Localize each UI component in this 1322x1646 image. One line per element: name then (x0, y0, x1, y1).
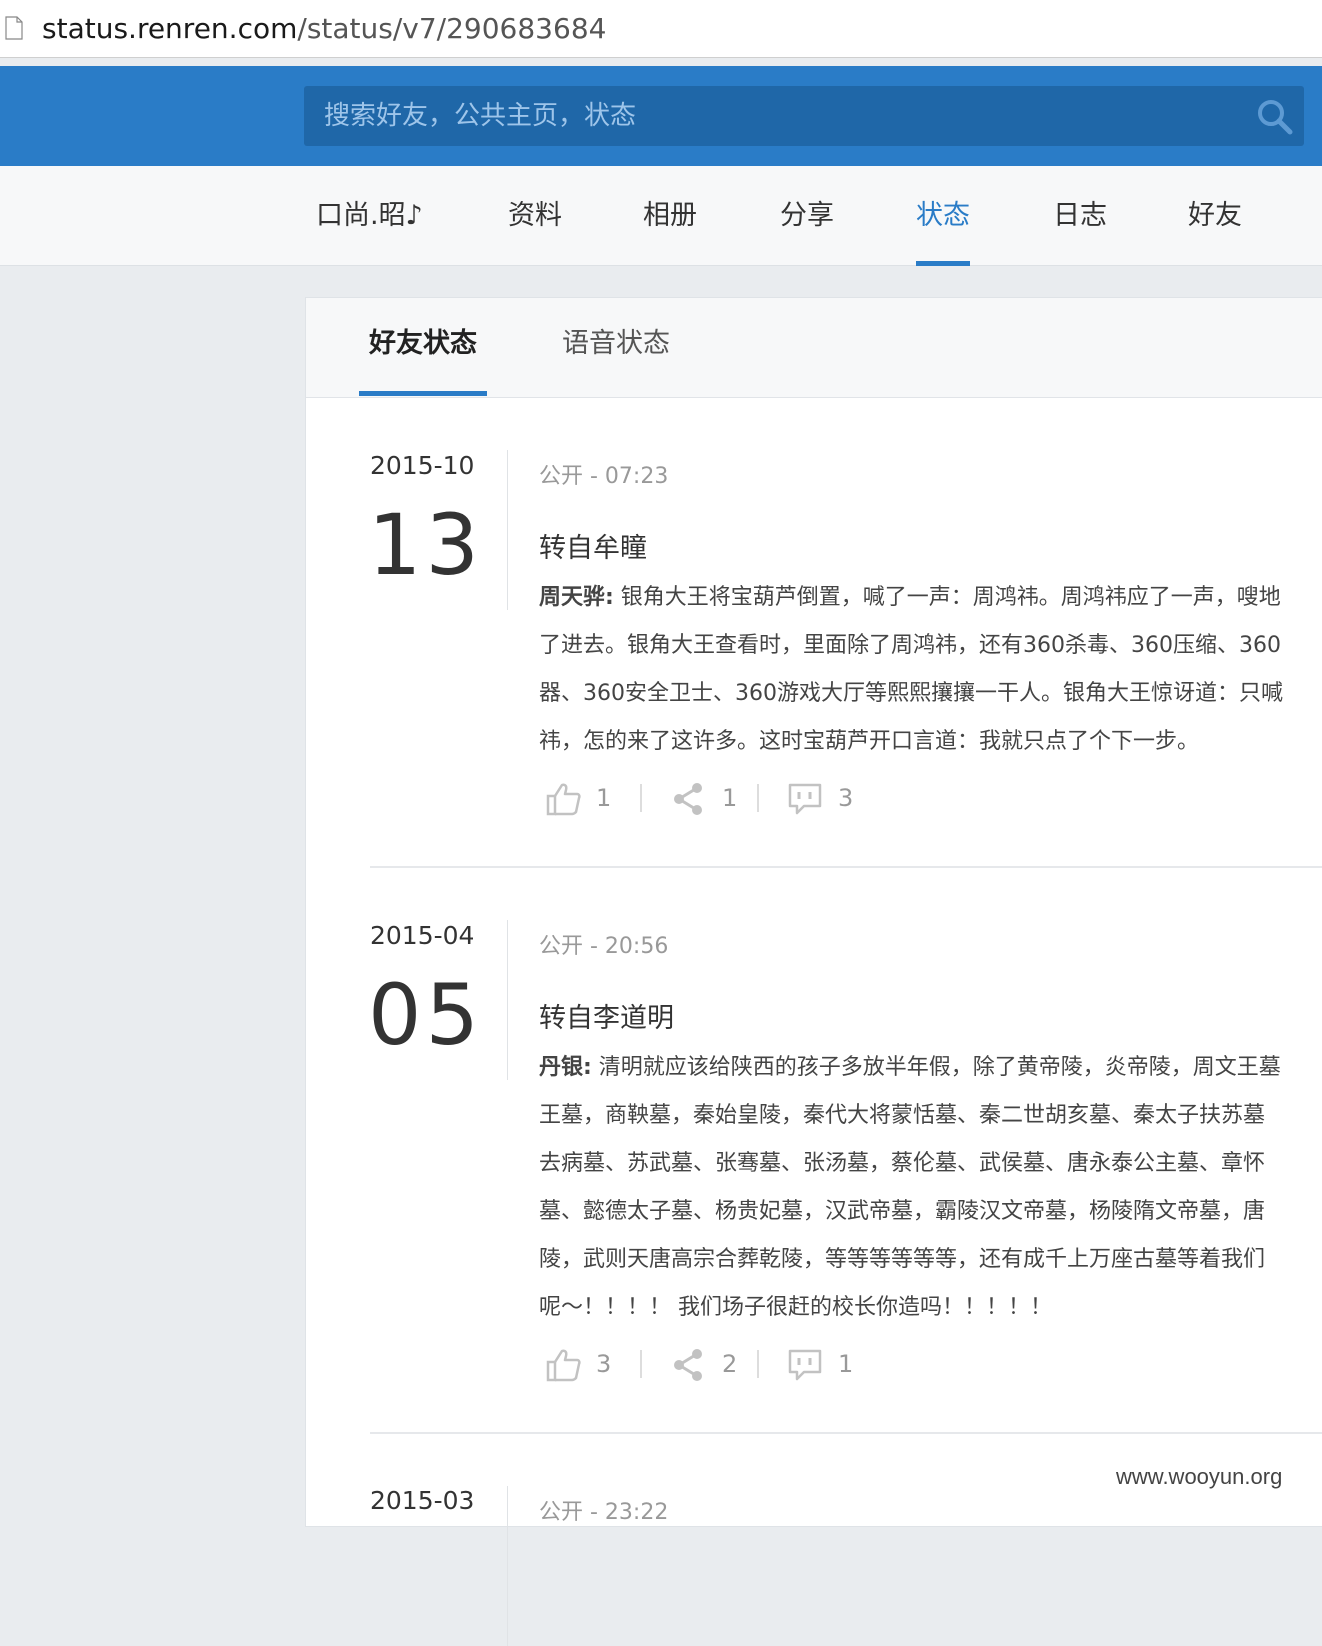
entry-divider (370, 1432, 1322, 1434)
nav-item-albums[interactable]: 相册 (643, 166, 697, 266)
timeline-divider (507, 1486, 508, 1646)
status-tabs: 好友状态 语音状态 (306, 298, 1322, 398)
action-separator (757, 784, 759, 812)
entry-date-month: 2015-03 (370, 1486, 475, 1515)
nav-item-friends[interactable]: 好友 (1188, 166, 1242, 266)
entry-body-line: 去病墓、苏武墓、张骞墓、张汤墓，蔡伦墓、武侯墓、唐永泰公主墓、章怀 (539, 1151, 1266, 1176)
share-icon (674, 783, 702, 815)
action-separator (757, 1350, 759, 1378)
entry-author[interactable]: 周天骅: (539, 585, 614, 610)
entry-date-day: 05 (368, 966, 483, 1064)
url-text[interactable]: status.renren.com/status/v7/290683684 (42, 12, 606, 46)
search-box[interactable] (304, 86, 1304, 146)
like-count: 3 (596, 1350, 612, 1378)
share-icon (674, 1349, 702, 1381)
comment-count: 3 (838, 784, 854, 812)
nav-item-profile-name[interactable]: 口尚.昭♪ (316, 166, 423, 266)
entry-body-line: 祎，怎的来了这许多。这时宝葫芦开口言道：我就只点了个下一步。 (539, 729, 1200, 754)
entry-body-line: 陵，武则天唐高宗合葬乾陵，等等等等等等，还有成千上万座古墓等着我们 (539, 1247, 1266, 1272)
nav-item-info[interactable]: 资料 (508, 166, 562, 266)
thumbs-up-icon (546, 1349, 581, 1382)
url-host: status.renren.com (42, 12, 298, 45)
like-count: 1 (596, 784, 612, 812)
entry-body-line: 器、360安全卫士、360游戏大厅等熙熙攘攘一干人。银角大王惊讶道：只喊 (539, 681, 1283, 706)
entry-body-line: 了进去。银角大王查看时，里面除了周鸿祎，还有360杀毒、360压缩、360 (539, 633, 1281, 658)
entry-divider (370, 866, 1322, 868)
action-separator (640, 1350, 642, 1378)
share-count: 2 (722, 1350, 738, 1378)
entry-author[interactable]: 丹银: (539, 1055, 592, 1080)
entry-date-month: 2015-04 (370, 921, 475, 950)
thumbs-up-icon (546, 783, 581, 816)
entry-meta: 公开 - 20:56 (539, 934, 669, 959)
nav-item-blog[interactable]: 日志 (1053, 166, 1107, 266)
timeline-divider (507, 450, 508, 610)
timeline-divider (507, 920, 508, 1080)
nav-item-shares[interactable]: 分享 (780, 166, 834, 266)
entry-meta: 公开 - 23:22 (539, 1500, 669, 1525)
entry-body-line: 周天骅: 银角大王将宝葫芦倒置，喊了一声：周鸿祎。周鸿祎应了一声，嗖地 (539, 574, 1322, 622)
entry-date-day: 13 (368, 496, 483, 594)
browser-url-bar[interactable]: status.renren.com/status/v7/290683684 (0, 0, 1322, 58)
share-count: 1 (722, 784, 738, 812)
watermark: www.wooyun.org (1116, 1464, 1283, 1489)
tab-friend-status[interactable]: 好友状态 (359, 298, 487, 396)
entry-meta: 公开 - 07:23 (539, 464, 669, 489)
profile-nav: 口尚.昭♪ 资料 相册 分享 状态 日志 好友 (0, 166, 1322, 266)
entry-title: 转自牟瞳 (539, 533, 647, 564)
top-bar (0, 66, 1322, 166)
action-separator (640, 784, 642, 812)
comment-count: 1 (838, 1350, 854, 1378)
comment-icon (788, 783, 822, 815)
entry-body-line: 墓、懿德太子墓、杨贵妃墓，汉武帝墓，霸陵汉文帝墓，杨陵隋文帝墓，唐 (539, 1199, 1266, 1224)
url-path: /status/v7/290683684 (297, 12, 607, 45)
entry-body: 周天骅: 银角大王将宝葫芦倒置，喊了一声：周鸿祎。周鸿祎应了一声，嗖地 了进去。… (539, 574, 1322, 766)
tab-voice-status[interactable]: 语音状态 (556, 298, 676, 396)
entry-body-line: 呢～！！！！ 我们场子很赶的校长你造吗！！！！！ (539, 1295, 1052, 1320)
search-icon[interactable] (1256, 98, 1294, 136)
search-input[interactable] (304, 86, 1234, 146)
entry-title: 转自李道明 (539, 1003, 674, 1034)
entry-text: 清明就应该给陕西的孩子多放半年假，除了黄帝陵，炎帝陵，周文王墓 (591, 1055, 1281, 1080)
comment-icon (788, 1349, 822, 1381)
entry-body-line: 丹银: 清明就应该给陕西的孩子多放半年假，除了黄帝陵，炎帝陵，周文王墓 (539, 1044, 1322, 1092)
entry-body-line: 王墓，商鞅墓，秦始皇陵，秦代大将蒙恬墓、秦二世胡亥墓、秦太子扶苏墓 (539, 1103, 1266, 1128)
page-icon (5, 16, 23, 40)
entry-date-month: 2015-10 (370, 451, 475, 480)
entry-body: 丹银: 清明就应该给陕西的孩子多放半年假，除了黄帝陵，炎帝陵，周文王墓 王墓，商… (539, 1044, 1322, 1332)
status-card: 好友状态 语音状态 2015-10 13 公开 - 07:23 转自牟瞳 周天骅… (305, 297, 1322, 1646)
nav-item-status[interactable]: 状态 (916, 166, 970, 266)
entry-text: 银角大王将宝葫芦倒置，喊了一声：周鸿祎。周鸿祎应了一声，嗖地 (613, 585, 1281, 610)
